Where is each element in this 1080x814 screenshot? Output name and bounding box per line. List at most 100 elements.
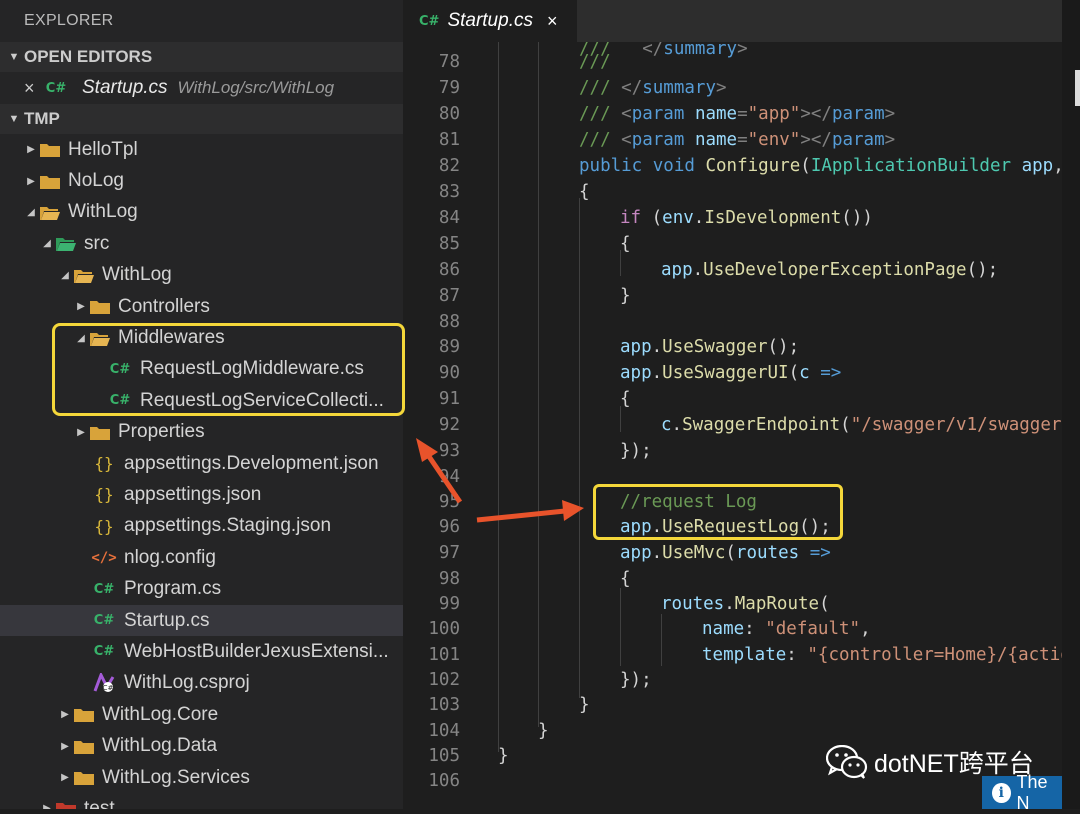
line-number: 104 <box>428 721 460 741</box>
code-text: public void Configure(IApplicationBuilde… <box>579 156 1062 176</box>
chevron-down-icon: ▼ <box>8 113 20 125</box>
chevron-right-icon: ▶ <box>43 803 51 809</box>
code-text: /// <param name="env"></param> <box>579 130 896 150</box>
line-number: 89 <box>438 337 460 357</box>
workspace-header[interactable]: ▼ TMP <box>0 104 403 134</box>
tree-item-label: WithLog <box>102 264 172 286</box>
tree-item-appsettings[interactable]: {} appsettings.json <box>0 479 403 510</box>
notification-toast[interactable]: i The N <box>982 772 1062 813</box>
watermark-text: dotNET跨平台 <box>874 750 1034 778</box>
line-number: 92 <box>438 415 460 435</box>
chevron-down-icon: ◢ <box>61 269 69 281</box>
folder-icon <box>90 299 110 315</box>
line-number: 99 <box>438 594 460 614</box>
tree-item-label: WebHostBuilderJexusExtensi... <box>124 640 389 662</box>
code-line: 100 name: "default", <box>403 616 1062 642</box>
wechat-icon <box>826 745 868 779</box>
tree-item-withlog-core[interactable]: ▶ WithLog.Core <box>0 699 403 730</box>
line-number: 85 <box>438 234 460 254</box>
tab-label: Startup.cs <box>447 10 533 31</box>
folder-icon <box>74 770 94 785</box>
scrollbar-thumb[interactable] <box>1075 70 1080 106</box>
code-line: 87} <box>403 283 1062 309</box>
open-editor-filename: Startup.cs <box>82 77 168 98</box>
folder-icon <box>40 142 60 158</box>
line-number: 97 <box>438 543 460 563</box>
tree-item-label: WithLog.Data <box>102 735 218 757</box>
code-line: 84 if (env.IsDevelopment()) <box>403 205 1062 231</box>
editor-scrollbar[interactable] <box>1062 0 1080 809</box>
close-icon[interactable]: × <box>547 11 558 32</box>
code-line: 89 app.UseSwagger(); <box>403 334 1062 360</box>
tree-item-appsettings-staging[interactable]: {} appsettings.Staging.json <box>0 511 403 542</box>
tree-item-properties[interactable]: ▶ Properties <box>0 417 403 448</box>
folder-icon <box>90 425 110 440</box>
code-text: { <box>579 182 590 202</box>
tree-item-hellotpl[interactable]: ▶ HelloTpl <box>0 134 403 165</box>
code-line: 104} <box>403 718 1062 744</box>
code-line: 86 app.UseDeveloperExceptionPage(); <box>403 257 1062 283</box>
code-editor[interactable]: /// </summary> 78 /// 79 /// </summary> 80… <box>403 42 1062 809</box>
chevron-right-icon: ▶ <box>77 426 85 438</box>
open-editors-header[interactable]: ▼ OPEN EDITORS <box>0 42 403 72</box>
code-text: { <box>620 569 631 589</box>
line-number: 88 <box>438 312 460 332</box>
folder-open-icon <box>74 268 94 283</box>
code-text: app.UseSwaggerUI(c => <box>620 363 842 383</box>
tree-item-src[interactable]: ◢ src <box>0 228 403 259</box>
code-text: } <box>538 721 549 741</box>
code-text: app.UseSwagger(); <box>620 337 800 357</box>
code-text: template: "{controller=Home}/{action <box>702 645 1062 665</box>
tree-item-withlog-services[interactable]: ▶ WithLog.Services <box>0 762 403 793</box>
code-line: 101 template: "{controller=Home}/{action <box>403 642 1062 668</box>
code-line: 78 /// <box>403 49 1062 75</box>
line-number: 83 <box>438 182 460 202</box>
line-number: 102 <box>428 670 460 690</box>
line-number: 96 <box>438 517 460 537</box>
code-line: 93}); <box>403 438 1062 464</box>
open-editor-startup[interactable]: × C# Startup.cs WithLog/src/WithLog <box>0 72 403 104</box>
tree-item-nolog[interactable]: ▶ NoLog <box>0 165 403 196</box>
line-number: 78 <box>438 52 460 72</box>
tree-item-appsettings-development[interactable]: {} appsettings.Development.json <box>0 448 403 479</box>
wechat-watermark: dotNET跨平台 <box>826 744 1034 780</box>
tree-item-label: WithLog <box>68 201 138 223</box>
line-number: 98 <box>438 569 460 589</box>
tree-item-csproj[interactable]: C# WithLog.csproj <box>0 668 403 699</box>
folder-icon <box>40 174 60 189</box>
svg-text:C#: C# <box>103 684 114 692</box>
line-number: 86 <box>438 260 460 280</box>
tree-item-test[interactable]: ▶ test <box>0 793 403 809</box>
tree-item-webhostbuilder[interactable]: C# WebHostBuilderJexusExtensi... <box>0 636 403 667</box>
line-number: 103 <box>428 695 460 715</box>
code-text: } <box>620 286 631 306</box>
line-number: 105 <box>428 746 460 766</box>
chevron-right-icon: ▶ <box>61 709 69 721</box>
tree-item-nlog-config[interactable]: </> nlog.config <box>0 542 403 573</box>
tree-item-label: nlog.config <box>124 546 216 568</box>
line-number: 93 <box>438 441 460 461</box>
xml-file-icon: </> <box>91 549 117 566</box>
code-text: /// <param name="app"></param> <box>579 104 896 124</box>
tree-item-startup[interactable]: C# Startup.cs <box>0 604 403 637</box>
json-file-icon: {} <box>94 516 114 536</box>
tree-item-controllers[interactable]: ▶ Controllers <box>0 291 403 322</box>
tree-item-withlog-project[interactable]: ◢ WithLog <box>0 260 403 291</box>
json-file-icon: {} <box>94 454 114 474</box>
tree-item-program[interactable]: C# Program.cs <box>0 573 403 604</box>
close-icon[interactable]: × <box>24 78 44 99</box>
line-number: 101 <box>428 645 460 665</box>
tab-startup[interactable]: C# Startup.cs × <box>403 0 577 42</box>
chevron-down-icon: ◢ <box>27 206 35 218</box>
code-line: 91 { <box>403 386 1062 412</box>
tree-item-withlog-data[interactable]: ▶ WithLog.Data <box>0 730 403 761</box>
tree-item-label: src <box>84 232 110 254</box>
code-text: /// <box>579 52 611 72</box>
tree-item-label: test <box>84 797 115 809</box>
tree-item-withlog[interactable]: ◢ WithLog <box>0 197 403 228</box>
chevron-right-icon: ▶ <box>61 772 69 783</box>
code-text: /// </summary> <box>579 78 727 98</box>
code-text: }); <box>620 441 652 461</box>
chevron-right-icon: ▶ <box>27 144 35 156</box>
tree-item-label: NoLog <box>68 170 124 192</box>
